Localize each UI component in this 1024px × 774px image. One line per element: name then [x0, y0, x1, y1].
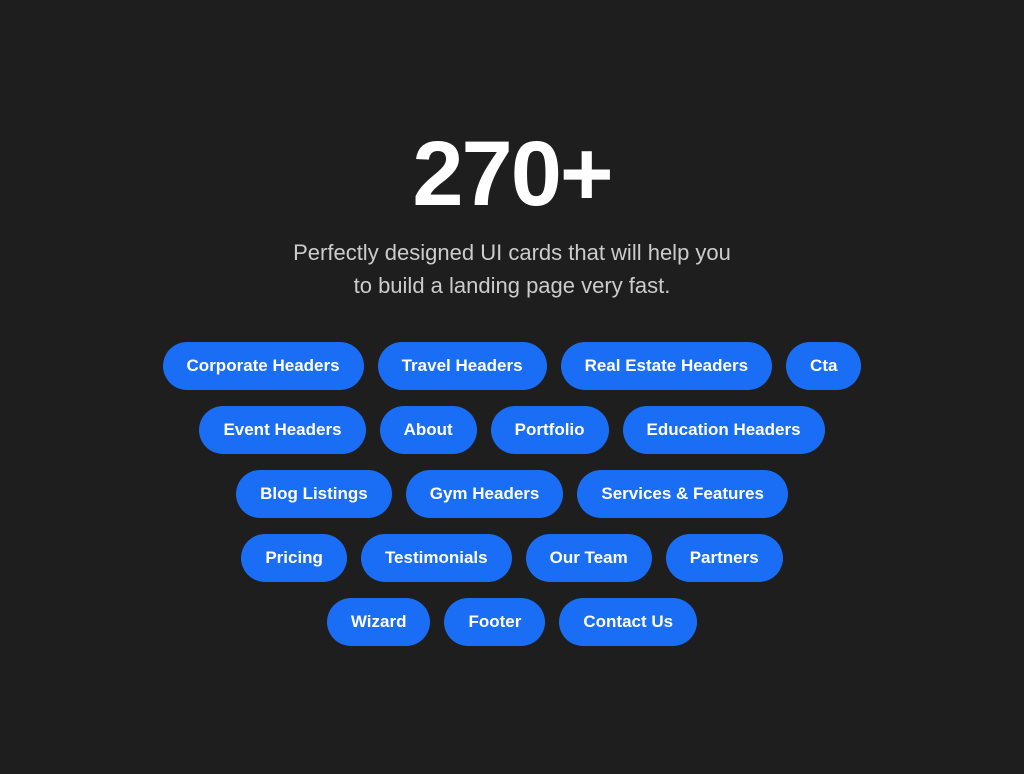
tag-row-row5: Wizard Footer Contact Us [327, 598, 697, 646]
hero-subtitle: Perfectly designed UI cards that will he… [293, 236, 731, 302]
tag-row-row4: Pricing Testimonials Our Team Partners [241, 534, 782, 582]
hero-subtitle-line1: Perfectly designed UI cards that will he… [293, 240, 731, 265]
tag-education-headers[interactable]: Education Headers [623, 406, 825, 454]
tag-corporate-headers[interactable]: Corporate Headers [163, 342, 364, 390]
tag-portfolio[interactable]: Portfolio [491, 406, 609, 454]
tag-partners[interactable]: Partners [666, 534, 783, 582]
tags-container: Corporate Headers Travel Headers Real Esta… [32, 342, 992, 646]
tag-pricing[interactable]: Pricing [241, 534, 347, 582]
tag-services-features[interactable]: Services & Features [577, 470, 788, 518]
hero-number: 270+ [412, 128, 611, 220]
tag-blog-listings[interactable]: Blog Listings [236, 470, 392, 518]
tag-about[interactable]: About [380, 406, 477, 454]
hero-section: 270+ Perfectly designed UI cards that wi… [293, 128, 731, 302]
hero-subtitle-line2: to build a landing page very fast. [354, 273, 671, 298]
tag-gym-headers[interactable]: Gym Headers [406, 470, 564, 518]
tag-footer[interactable]: Footer [444, 598, 545, 646]
tag-cta[interactable]: Cta [786, 342, 861, 390]
tag-testimonials[interactable]: Testimonials [361, 534, 512, 582]
tag-real-estate-headers[interactable]: Real Estate Headers [561, 342, 772, 390]
tag-travel-headers[interactable]: Travel Headers [378, 342, 547, 390]
tag-event-headers[interactable]: Event Headers [199, 406, 365, 454]
tag-our-team[interactable]: Our Team [526, 534, 652, 582]
tag-row-row2: Event Headers About Portfolio Education Hea… [199, 406, 824, 454]
tag-contact-us[interactable]: Contact Us [559, 598, 697, 646]
tag-wizard[interactable]: Wizard [327, 598, 431, 646]
tag-row-row3: Blog Listings Gym Headers Services & Featu… [236, 470, 788, 518]
tag-row-row1: Corporate Headers Travel Headers Real Esta… [163, 342, 862, 390]
